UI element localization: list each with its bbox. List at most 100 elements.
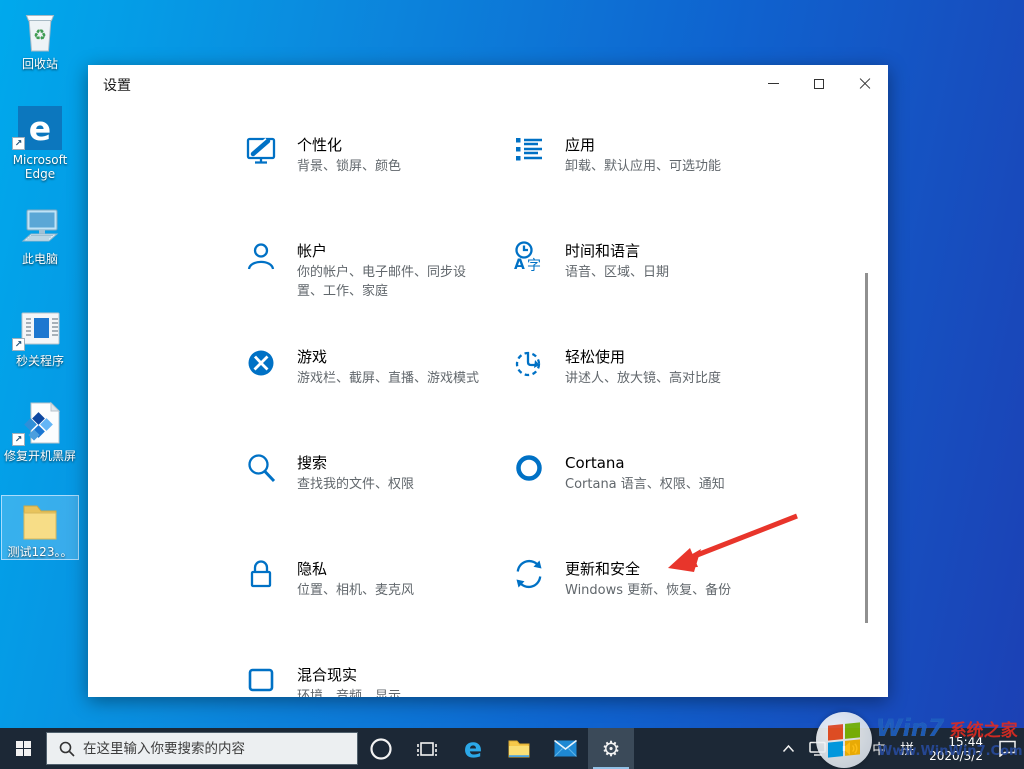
update-security-icon	[513, 557, 545, 591]
tile-title: 搜索	[297, 453, 414, 473]
window-titlebar: 设置	[88, 65, 888, 102]
desktop-icon-this-pc[interactable]: 此电脑	[2, 203, 78, 266]
privacy-lock-icon	[245, 557, 277, 591]
tile-title: 更新和安全	[565, 559, 731, 579]
desktop-icon-label: 此电脑	[2, 252, 78, 266]
tile-subtitle: 语音、区域、日期	[565, 263, 669, 282]
tile-subtitle: 背景、锁屏、颜色	[297, 157, 401, 176]
taskbar-search-input[interactable]	[83, 741, 333, 757]
desktop-icon-label: 测试123。。	[2, 545, 78, 559]
shortcut-arrow-icon: ↗	[12, 433, 25, 446]
personalization-icon	[245, 133, 277, 167]
minimize-icon	[768, 83, 779, 84]
desktop-icon-label: 修复开机黑屏	[2, 449, 78, 463]
gear-icon: ⚙	[602, 737, 621, 761]
tile-subtitle: 查找我的文件、权限	[297, 475, 414, 494]
edge-icon: e	[464, 735, 482, 762]
tile-subtitle: 讲述人、放大镜、高对比度	[565, 369, 721, 388]
tile-subtitle: Cortana 语言、权限、通知	[565, 475, 725, 494]
maximize-button[interactable]	[796, 65, 842, 102]
close-button[interactable]	[842, 65, 888, 102]
tile-subtitle: Windows 更新、恢复、备份	[565, 581, 731, 600]
system-tray: 中 拼 15:44 2020/3/2	[775, 728, 1024, 769]
program-window-icon: ↗	[2, 305, 78, 351]
tile-title: 时间和语言	[565, 241, 669, 261]
clock-time: 15:44	[929, 735, 983, 749]
task-view-button[interactable]	[404, 728, 450, 769]
tile-ease-of-access[interactable]: 轻松使用 讲述人、放大镜、高对比度	[513, 345, 843, 451]
tile-title: 帐户	[297, 241, 483, 261]
action-center-button[interactable]	[991, 728, 1024, 769]
settings-taskbar-button[interactable]: ⚙	[588, 728, 634, 769]
shortcut-arrow-icon: ↗	[12, 137, 25, 150]
tile-gaming[interactable]: 游戏 游戏栏、截屏、直播、游戏模式	[245, 345, 513, 451]
svg-text:字: 字	[527, 258, 541, 273]
ime-language-button[interactable]: 中	[865, 728, 893, 769]
tile-title: 隐私	[297, 559, 414, 579]
search-icon	[59, 741, 75, 757]
tile-title: 轻松使用	[565, 347, 721, 367]
tile-mixed-reality[interactable]: 混合现实 环境、音频、显示	[245, 663, 513, 697]
tile-title: Cortana	[565, 453, 725, 473]
desktop-icon-registry-fix[interactable]: ↗ 修复开机黑屏	[2, 400, 78, 463]
desktop-icon-edge[interactable]: e ↗ Microsoft Edge	[2, 104, 78, 181]
tile-update-security[interactable]: 更新和安全 Windows 更新、恢复、备份	[513, 557, 843, 663]
ime-mode-button[interactable]: 拼	[893, 728, 921, 769]
tile-title: 游戏	[297, 347, 479, 367]
file-explorer-icon	[507, 739, 531, 759]
taskbar-clock[interactable]: 15:44 2020/3/2	[921, 735, 991, 763]
desktop-icon-program[interactable]: ↗ 秒关程序	[2, 305, 78, 368]
ease-of-access-icon	[513, 345, 545, 379]
apps-icon	[513, 133, 545, 167]
tile-title: 应用	[565, 135, 721, 155]
mail-icon	[554, 740, 577, 757]
shortcut-arrow-icon: ↗	[12, 338, 25, 351]
desktop-icon-test-folder[interactable]: 测试123。。	[2, 496, 78, 559]
search-icon	[245, 451, 277, 485]
network-icon	[809, 741, 827, 756]
volume-tray-button[interactable]	[834, 728, 865, 769]
task-view-icon	[416, 739, 438, 759]
svg-text:♻: ♻	[33, 26, 46, 44]
desktop: ♻ 回收站 e ↗ Microsoft Edge 此电脑	[0, 0, 1024, 769]
desktop-icon-label: 秒关程序	[2, 354, 78, 368]
start-button[interactable]	[0, 728, 46, 769]
window-scrollbar-thumb[interactable]	[865, 273, 868, 623]
chevron-up-icon	[782, 744, 795, 753]
tile-personalization[interactable]: 个性化 背景、锁屏、颜色	[245, 133, 513, 239]
speaker-icon	[841, 741, 858, 756]
taskbar-search[interactable]	[46, 732, 358, 765]
cortana-icon	[513, 451, 545, 485]
tile-cortana[interactable]: Cortana Cortana 语言、权限、通知	[513, 451, 843, 557]
cortana-button[interactable]	[358, 728, 404, 769]
svg-text:A: A	[514, 257, 525, 273]
minimize-button[interactable]	[750, 65, 796, 102]
registry-file-icon: ↗	[2, 400, 78, 446]
desktop-icon-label: Microsoft Edge	[2, 153, 78, 181]
network-tray-button[interactable]	[802, 728, 834, 769]
clock-date: 2020/3/2	[929, 749, 983, 763]
edge-taskbar-button[interactable]: e	[450, 728, 496, 769]
tile-accounts[interactable]: 帐户 你的帐户、电子邮件、同步设置、工作、家庭	[245, 239, 513, 345]
tile-privacy[interactable]: 隐私 位置、相机、麦克风	[245, 557, 513, 663]
tile-title: 个性化	[297, 135, 401, 155]
tile-subtitle: 位置、相机、麦克风	[297, 581, 414, 600]
tile-search[interactable]: 搜索 查找我的文件、权限	[245, 451, 513, 557]
tile-apps[interactable]: 应用 卸载、默认应用、可选功能	[513, 133, 843, 239]
settings-window: 设置 个性化 背景、锁屏、颜色	[88, 65, 888, 697]
file-explorer-button[interactable]	[496, 728, 542, 769]
tile-subtitle: 你的帐户、电子邮件、同步设置、工作、家庭	[297, 263, 483, 301]
windows-logo-icon	[16, 741, 31, 756]
close-icon	[859, 78, 871, 90]
tile-subtitle: 卸载、默认应用、可选功能	[565, 157, 721, 176]
mail-button[interactable]	[542, 728, 588, 769]
tray-chevron-button[interactable]	[775, 728, 802, 769]
gaming-xbox-icon	[245, 345, 277, 379]
desktop-icon-recycle-bin[interactable]: ♻ 回收站	[2, 8, 78, 71]
tile-time-language[interactable]: A 字 时间和语言 语音、区域、日期	[513, 239, 843, 345]
taskbar: e ⚙	[0, 728, 1024, 769]
action-center-icon	[998, 740, 1017, 757]
time-language-icon: A 字	[513, 239, 545, 273]
tile-title: 混合现实	[297, 665, 401, 685]
settings-tiles: 个性化 背景、锁屏、颜色 应用 卸载、默认应用、可选功能	[245, 133, 843, 697]
